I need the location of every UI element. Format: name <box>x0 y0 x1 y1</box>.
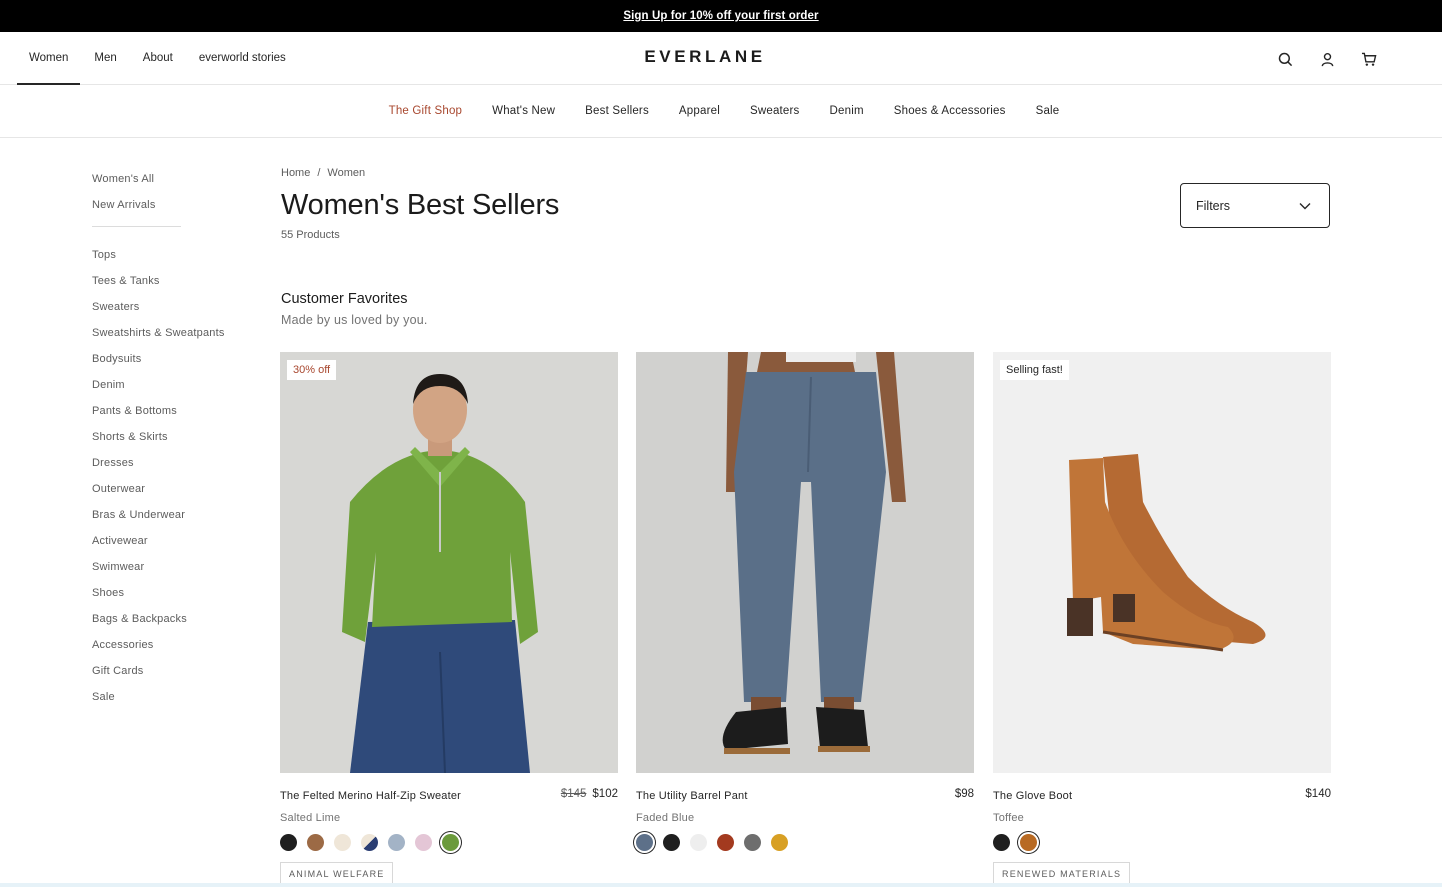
sidebar-item-outerwear[interactable]: Outerwear <box>92 482 252 508</box>
category-denim[interactable]: Denim <box>830 105 864 117</box>
sidebar-item-sweaters[interactable]: Sweaters <box>92 300 252 326</box>
color-swatch[interactable] <box>361 834 378 851</box>
category-best-sellers[interactable]: Best Sellers <box>585 105 649 117</box>
breadcrumb: Home / Women <box>281 167 365 179</box>
sidebar-item-bodysuits[interactable]: Bodysuits <box>92 352 252 378</box>
sidebar-item-sale[interactable]: Sale <box>92 690 252 716</box>
category-shoes-accessories[interactable]: Shoes & Accessories <box>894 105 1006 117</box>
sidebar-divider <box>92 226 181 227</box>
sidebar-item-activewear[interactable]: Activewear <box>92 534 252 560</box>
breadcrumb-separator: / <box>317 167 321 179</box>
site-header: Women Men About everworld stories EVERLA… <box>0 32 1442 85</box>
category-gift-shop[interactable]: The Gift Shop <box>389 105 463 117</box>
product-name[interactable]: The Glove Boot <box>993 790 1072 802</box>
sidebar-item-accessories[interactable]: Accessories <box>92 638 252 664</box>
cart-icon[interactable] <box>1359 49 1379 69</box>
color-swatch[interactable] <box>415 834 432 851</box>
category-apparel[interactable]: Apparel <box>679 105 720 117</box>
account-icon[interactable] <box>1317 49 1337 69</box>
product-name[interactable]: The Felted Merino Half-Zip Sweater <box>280 790 461 802</box>
sidebar-item-new-arrivals[interactable]: New Arrivals <box>92 198 252 224</box>
sidebar-item-shoes[interactable]: Shoes <box>92 586 252 612</box>
category-sale[interactable]: Sale <box>1036 105 1060 117</box>
product-color-name: Toffee <box>993 812 1024 824</box>
color-swatch[interactable] <box>307 834 324 851</box>
product-card[interactable]: Selling fast! The Glove Boot $140 Toffee… <box>993 352 1331 887</box>
color-swatch-selected[interactable] <box>636 834 653 851</box>
product-price: $145 $102 <box>561 788 618 800</box>
breadcrumb-women[interactable]: Women <box>327 167 365 179</box>
everlane-logo[interactable]: EVERLANE <box>0 47 1410 67</box>
promo-banner: Sign Up for 10% off your first order <box>0 0 1442 32</box>
selling-fast-badge: Selling fast! <box>1000 360 1069 380</box>
page-bottom-edge <box>0 883 1442 887</box>
product-card[interactable]: 30% off The Felted Merino Half-Zip Sweat… <box>280 352 618 887</box>
sidebar-item-pants-bottoms[interactable]: Pants & Bottoms <box>92 404 252 430</box>
sidebar-item-womens-all[interactable]: Women's All <box>92 172 252 198</box>
product-price: $98 <box>955 788 974 800</box>
sidebar-item-dresses[interactable]: Dresses <box>92 456 252 482</box>
product-price: $140 <box>1305 788 1331 800</box>
product-card[interactable]: The Utility Barrel Pant $98 Faded Blue <box>636 352 974 851</box>
color-swatch-selected[interactable] <box>1020 834 1037 851</box>
sidebar-item-bags-backpacks[interactable]: Bags & Backpacks <box>92 612 252 638</box>
product-color-name: Faded Blue <box>636 812 695 824</box>
color-swatch[interactable] <box>280 834 297 851</box>
color-swatch[interactable] <box>690 834 707 851</box>
promo-signup-link[interactable]: Sign Up for 10% off your first order <box>623 10 818 22</box>
color-swatch[interactable] <box>334 834 351 851</box>
color-swatches <box>280 834 459 851</box>
product-name[interactable]: The Utility Barrel Pant <box>636 790 748 802</box>
sidebar-item-gift-cards[interactable]: Gift Cards <box>92 664 252 690</box>
category-whats-new[interactable]: What's New <box>492 105 555 117</box>
color-swatch[interactable] <box>771 834 788 851</box>
product-image[interactable]: Selling fast! <box>993 352 1331 773</box>
color-swatch[interactable] <box>663 834 680 851</box>
product-image[interactable] <box>636 352 974 773</box>
color-swatches <box>636 834 788 851</box>
breadcrumb-home[interactable]: Home <box>281 167 310 179</box>
color-swatch[interactable] <box>993 834 1010 851</box>
sidebar-item-swimwear[interactable]: Swimwear <box>92 560 252 586</box>
color-swatches <box>993 834 1037 851</box>
sale-price: $98 <box>954 788 974 800</box>
filters-label: Filters <box>1196 198 1231 213</box>
sidebar-item-tops[interactable]: Tops <box>92 248 252 274</box>
sale-price: $140 <box>1305 788 1331 800</box>
sidebar-item-shorts-skirts[interactable]: Shorts & Skirts <box>92 430 252 456</box>
sidebar-item-denim[interactable]: Denim <box>92 378 252 404</box>
original-price: $145 <box>560 788 587 800</box>
sidebar-filter-list: Women's All New Arrivals Tops Tees & Tan… <box>92 172 252 716</box>
category-nav: The Gift Shop What's New Best Sellers Ap… <box>0 85 1442 138</box>
color-swatch[interactable] <box>744 834 761 851</box>
sidebar-item-bras-underwear[interactable]: Bras & Underwear <box>92 508 252 534</box>
color-swatch[interactable] <box>717 834 734 851</box>
search-icon[interactable] <box>1275 49 1295 69</box>
sidebar-item-tees-tanks[interactable]: Tees & Tanks <box>92 274 252 300</box>
color-swatch[interactable] <box>388 834 405 851</box>
category-sweaters[interactable]: Sweaters <box>750 105 800 117</box>
discount-badge: 30% off <box>287 360 337 380</box>
product-image[interactable]: 30% off <box>280 352 618 773</box>
product-color-name: Salted Lime <box>280 812 341 824</box>
section-subtitle: Made by us loved by you. <box>281 313 428 327</box>
chevron-down-icon <box>1299 199 1311 213</box>
section-title: Customer Favorites <box>281 291 408 307</box>
filters-dropdown[interactable]: Filters <box>1180 183 1330 228</box>
page-title: Women's Best Sellers <box>281 189 560 221</box>
product-count: 55 Products <box>281 229 340 241</box>
header-icons <box>1275 49 1379 69</box>
sale-price: $102 <box>592 788 618 800</box>
color-swatch-selected[interactable] <box>442 834 459 851</box>
sidebar-item-sweatshirts-sweatpants[interactable]: Sweatshirts & Sweatpants <box>92 326 252 352</box>
